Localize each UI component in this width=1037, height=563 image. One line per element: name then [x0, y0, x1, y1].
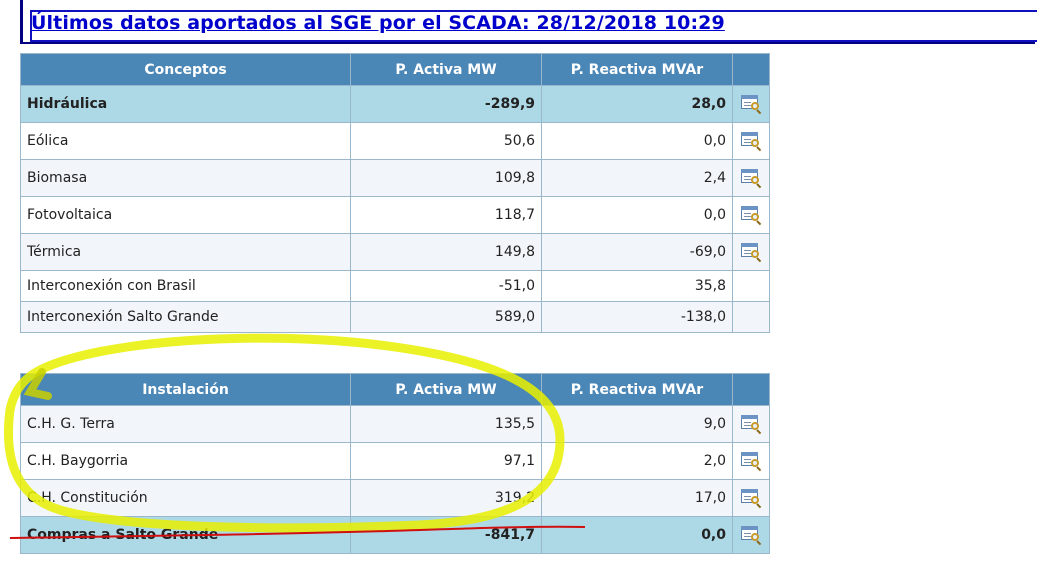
page-title: Últimos datos aportados al SGE por el SC…: [31, 12, 725, 34]
row-concept: Interconexión Salto Grande: [20, 301, 351, 333]
row-action-cell[interactable]: [732, 479, 770, 517]
row-concept: C.H. Constitución: [20, 479, 351, 517]
row-concept: Interconexión con Brasil: [20, 270, 351, 302]
header-icon-col: [732, 373, 770, 406]
table-row: Fotovoltaica 118,7 0,0: [20, 196, 770, 234]
table-row: Hidráulica -289,9 28,0: [20, 85, 770, 123]
row-action-cell[interactable]: [732, 516, 770, 554]
table-header-row: Conceptos P. Activa MW P. Reactiva MVAr: [20, 53, 770, 86]
table-header-row: Instalación P. Activa MW P. Reactiva MVA…: [20, 373, 770, 406]
row-concept: C.H. G. Terra: [20, 405, 351, 443]
row-reactive-power: 0,0: [541, 122, 733, 160]
row-concept: Eólica: [20, 122, 351, 160]
row-reactive-power: 9,0: [541, 405, 733, 443]
table-row: Interconexión Salto Grande 589,0 -138,0: [20, 301, 770, 333]
row-active-power: 135,5: [350, 405, 542, 443]
row-action-cell[interactable]: [732, 196, 770, 234]
header-p-activa: P. Activa MW: [350, 373, 542, 406]
header-instalacion: Instalación: [20, 373, 351, 406]
row-action-cell[interactable]: [732, 442, 770, 480]
detail-view-icon[interactable]: [740, 131, 762, 152]
table-row: Compras a Salto Grande -841,7 0,0: [20, 516, 770, 554]
row-reactive-power: 17,0: [541, 479, 733, 517]
row-concept: Térmica: [20, 233, 351, 271]
row-active-power: 109,8: [350, 159, 542, 197]
row-action-cell[interactable]: [732, 122, 770, 160]
row-concept: C.H. Baygorria: [20, 442, 351, 480]
row-reactive-power: 35,8: [541, 270, 733, 302]
row-reactive-power: 0,0: [541, 516, 733, 554]
table-row: Interconexión con Brasil -51,0 35,8: [20, 270, 770, 302]
detail-view-icon[interactable]: [740, 451, 762, 472]
row-action-cell: [732, 270, 770, 302]
row-action-cell: [732, 301, 770, 333]
row-reactive-power: 2,0: [541, 442, 733, 480]
header-icon-col: [732, 53, 770, 86]
row-active-power: -841,7: [350, 516, 542, 554]
row-active-power: 319,2: [350, 479, 542, 517]
table-row: C.H. Baygorria 97,1 2,0: [20, 442, 770, 480]
row-reactive-power: -138,0: [541, 301, 733, 333]
table-row: Eólica 50,6 0,0: [20, 122, 770, 160]
row-active-power: 50,6: [350, 122, 542, 160]
detail-view-icon[interactable]: [740, 525, 762, 546]
detail-view-icon[interactable]: [740, 414, 762, 435]
table-row: C.H. G. Terra 135,5 9,0: [20, 405, 770, 443]
row-action-cell[interactable]: [732, 159, 770, 197]
table-row: Térmica 149,8 -69,0: [20, 233, 770, 271]
row-active-power: -289,9: [350, 85, 542, 123]
conceptos-table: Conceptos P. Activa MW P. Reactiva MVAr …: [20, 53, 770, 333]
instalacion-table: Instalación P. Activa MW P. Reactiva MVA…: [20, 373, 770, 554]
row-concept: Compras a Salto Grande: [20, 516, 351, 554]
row-action-cell[interactable]: [732, 405, 770, 443]
header-p-reactiva: P. Reactiva MVAr: [541, 373, 733, 406]
detail-view-icon[interactable]: [740, 94, 762, 115]
row-active-power: 118,7: [350, 196, 542, 234]
row-active-power: 149,8: [350, 233, 542, 271]
row-action-cell[interactable]: [732, 85, 770, 123]
header-conceptos: Conceptos: [20, 53, 351, 86]
header-p-reactiva: P. Reactiva MVAr: [541, 53, 733, 86]
table-row: C.H. Constitución 319,2 17,0: [20, 479, 770, 517]
detail-view-icon[interactable]: [740, 242, 762, 263]
detail-view-icon[interactable]: [740, 205, 762, 226]
detail-view-icon[interactable]: [740, 168, 762, 189]
detail-view-icon[interactable]: [740, 488, 762, 509]
row-concept: Biomasa: [20, 159, 351, 197]
table-row: Biomasa 109,8 2,4: [20, 159, 770, 197]
row-reactive-power: -69,0: [541, 233, 733, 271]
row-action-cell[interactable]: [732, 233, 770, 271]
row-active-power: 97,1: [350, 442, 542, 480]
row-reactive-power: 28,0: [541, 85, 733, 123]
row-reactive-power: 2,4: [541, 159, 733, 197]
row-active-power: -51,0: [350, 270, 542, 302]
row-concept: Hidráulica: [20, 85, 351, 123]
row-reactive-power: 0,0: [541, 196, 733, 234]
row-active-power: 589,0: [350, 301, 542, 333]
header-p-activa: P. Activa MW: [350, 53, 542, 86]
row-concept: Fotovoltaica: [20, 196, 351, 234]
